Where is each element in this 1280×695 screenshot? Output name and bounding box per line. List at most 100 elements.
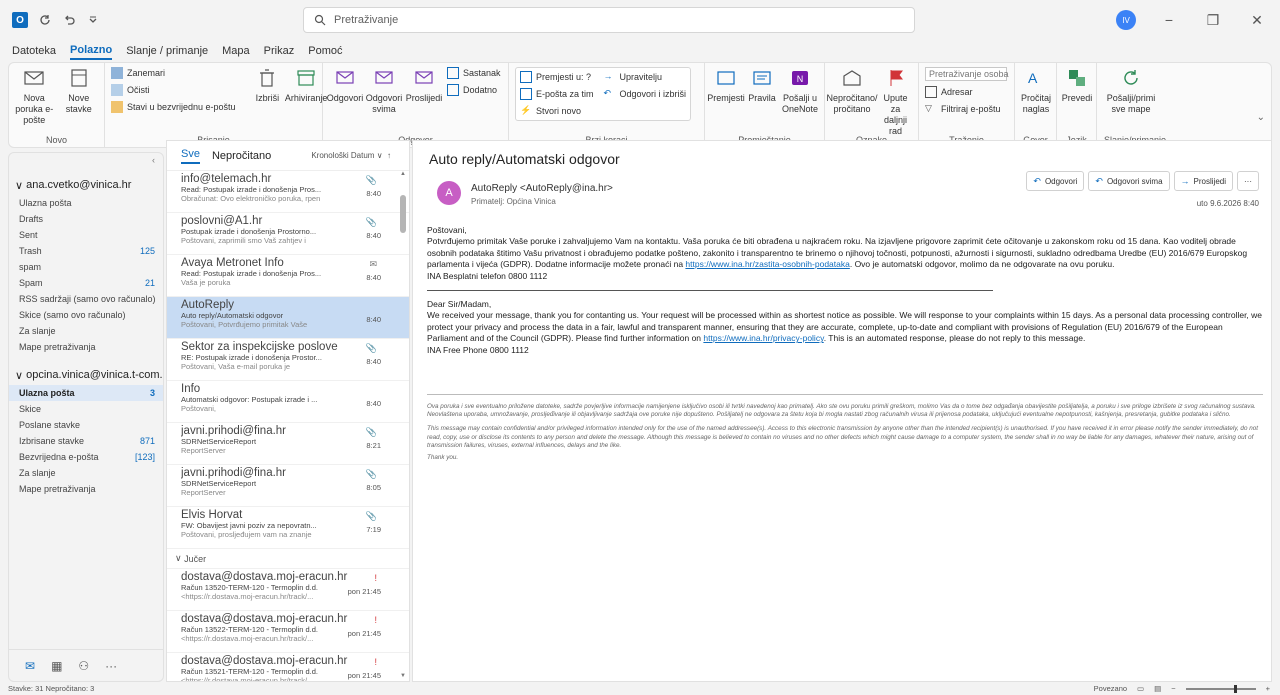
follow-up-button[interactable]: Upute za daljnji rad [879, 67, 912, 137]
folder-item[interactable]: Poslane stavke [9, 417, 163, 433]
search-people-input[interactable]: Pretraživanje osoba [925, 67, 1009, 81]
minimize-icon[interactable]: − [1158, 12, 1180, 28]
normal-view-icon[interactable]: ▭ [1137, 684, 1144, 693]
reply-all-button[interactable]: Odgovori svima [366, 67, 402, 115]
mail-module-icon[interactable]: ✉ [25, 659, 35, 673]
forward-button[interactable]: Proslijedi [406, 67, 442, 104]
folder-item[interactable]: Bezvrijedna e-pošta [123] [9, 449, 163, 465]
ignore-button[interactable]: Zanemari [111, 67, 236, 79]
scroll-down-icon[interactable]: ▼ [400, 673, 406, 679]
folder-item[interactable]: Skice [9, 401, 163, 417]
message-row[interactable]: Elvis Horvat FW: Obavijest javni poziv za… [167, 507, 409, 549]
quickstep-team-email[interactable]: E-pošta za tim [520, 88, 594, 100]
scrollbar-thumb[interactable] [400, 195, 406, 233]
folder-item[interactable]: Trash 125 [9, 243, 163, 259]
new-items-button[interactable]: Nove stavke [60, 67, 99, 115]
tab-file[interactable]: Datoteka [12, 43, 56, 59]
sort-dropdown[interactable]: Kronološki Datum ∨ ↑ [311, 151, 391, 160]
folder-item[interactable]: RSS sadržaji (samo ovo računalo) [9, 291, 163, 307]
close-icon[interactable]: ✕ [1246, 12, 1268, 29]
quickstep-to-manager[interactable]: → Upravitelju [604, 71, 687, 83]
folder-item[interactable]: Skice (samo ovo računalo) [9, 307, 163, 323]
reply-message-button[interactable]: ↶ Odgovori [1026, 171, 1085, 191]
scroll-up-icon[interactable]: ▲ [400, 171, 406, 177]
meeting-button[interactable]: Sastanak [447, 67, 501, 79]
account-header-1[interactable]: ∨ ana.cvetko@vinica.hr [9, 175, 163, 195]
message-row[interactable]: javni.prihodi@fina.hr SDRNetServiceReport… [167, 423, 409, 465]
en-privacy-link[interactable]: https://www.ina.hr/privacy-policy [703, 333, 823, 343]
message-row[interactable]: javni.prihodi@fina.hr SDRNetServiceReport… [167, 465, 409, 507]
message-row[interactable]: poslovni@A1.hr Postupak izrade i donošenj… [167, 213, 409, 255]
undo-icon[interactable] [62, 13, 76, 27]
message-row[interactable]: Avaya Metronet Info Read: Postupak izrade… [167, 255, 409, 297]
message-row[interactable]: dostava@dostava.moj-eracun.hr Račun 13522… [167, 611, 409, 653]
unread-read-button[interactable]: Nepročitano/ pročitano [826, 67, 878, 115]
rules-button[interactable]: Pravila [747, 67, 777, 104]
more-respond-button[interactable]: Dodatno [447, 84, 501, 96]
message-row[interactable]: info@telemach.hr Read: Postupak izrade i … [167, 171, 409, 213]
reading-view-icon[interactable]: ▤ [1154, 684, 1161, 693]
sender-address[interactable]: AutoReply <AutoReply@ina.hr> [471, 183, 613, 194]
new-email-button[interactable]: Nova poruka e-pošte [15, 67, 54, 126]
quickstep-create-new[interactable]: ⚡ Stvori novo [520, 105, 594, 117]
message-row[interactable]: dostava@dostava.moj-eracun.hr Račun 13520… [167, 569, 409, 611]
folder-item[interactable]: Ulazna pošta 3 [9, 385, 163, 401]
quick-access-dropdown-icon[interactable] [86, 13, 100, 27]
people-module-icon[interactable]: ⚇ [78, 659, 89, 673]
message-row[interactable]: Sektor za inspekcijske poslove RE: Postup… [167, 339, 409, 381]
group-header-yesterday[interactable]: ∨ Jučer [167, 549, 409, 569]
folder-item[interactable]: Mape pretraživanja [9, 339, 163, 355]
filter-unread-tab[interactable]: Nepročitano [212, 150, 271, 162]
hr-privacy-link[interactable]: https://www.ina.hr/zastita-osobnih-podat… [685, 259, 849, 269]
collapse-pane-icon[interactable]: ‹ [152, 155, 155, 165]
read-aloud-button[interactable]: A Pročitaj naglas [1021, 67, 1051, 115]
tab-view[interactable]: Prikaz [264, 43, 295, 59]
filter-all-tab[interactable]: Sve [181, 148, 200, 164]
message-row[interactable]: AutoReply Auto reply/Automatski odgovor Po… [167, 297, 409, 339]
folder-item[interactable]: Spam 21 [9, 275, 163, 291]
zoom-in-icon[interactable]: + [1266, 684, 1270, 693]
zoom-slider[interactable] [1185, 684, 1256, 693]
tab-home[interactable]: Polazno [70, 42, 113, 60]
junk-button[interactable]: Stavi u bezvrijednu e-poštu [111, 101, 236, 113]
reply-all-message-button[interactable]: ↶ Odgovori svima [1088, 171, 1170, 191]
message-row[interactable]: Info Automatski odgovor: Postupak izrade … [167, 381, 409, 423]
forward-message-button[interactable]: → Proslijedi [1173, 171, 1233, 191]
folder-item[interactable]: spam [9, 259, 163, 275]
search-box[interactable]: Pretraživanje [303, 7, 915, 33]
move-button[interactable]: Premjesti [707, 67, 745, 104]
tab-help[interactable]: Pomoć [308, 43, 342, 59]
quickstep-reply-delete[interactable]: ↶ Odgovori i izbriši [604, 88, 687, 100]
folder-item[interactable]: Mape pretraživanja [9, 481, 163, 497]
quickstep-move-to[interactable]: Premjesti u: ? [520, 71, 594, 83]
send-to-onenote-button[interactable]: N Pošalji u OneNote [782, 67, 818, 115]
more-modules-icon[interactable]: ··· [105, 659, 117, 673]
zoom-slider-knob[interactable] [1233, 684, 1237, 693]
more-actions-button[interactable]: ··· [1237, 171, 1259, 191]
message-row[interactable]: dostava@dostava.moj-eracun.hr Račun 13521… [167, 653, 409, 681]
reply-button[interactable]: Odgovori [327, 67, 363, 104]
folder-item[interactable]: Ulazna pošta [9, 195, 163, 211]
message-list-scrollbar[interactable] [399, 171, 407, 677]
translate-button[interactable]: Prevedi [1062, 67, 1092, 104]
send-receive-all-button[interactable]: Pošalji/primi sve mape [1103, 67, 1159, 115]
folder-item[interactable]: Izbrisane stavke 871 [9, 433, 163, 449]
calendar-module-icon[interactable]: ▦ [51, 659, 62, 673]
refresh-icon[interactable] [38, 13, 52, 27]
tab-folder[interactable]: Mapa [222, 43, 250, 59]
delete-button[interactable]: Izbriši [256, 67, 279, 104]
archive-button[interactable]: Arhiviranje [285, 67, 327, 104]
account-header-2[interactable]: ∨ opcina.vinica@vinica.t-com.hr [9, 365, 163, 385]
folder-item[interactable]: Sent [9, 227, 163, 243]
folder-item[interactable]: Za slanje [9, 323, 163, 339]
folder-item[interactable]: Za slanje [9, 465, 163, 481]
tab-send-receive[interactable]: Slanje / primanje [126, 43, 208, 59]
zoom-out-icon[interactable]: − [1171, 684, 1175, 693]
sender-avatar[interactable]: A [437, 181, 461, 205]
ribbon-expand-icon[interactable]: ⌄ [1257, 112, 1265, 123]
address-book-button[interactable]: Adresar [925, 86, 1007, 98]
clean-up-button[interactable]: Očisti [111, 84, 236, 96]
filter-email-button[interactable]: ▽ Filtriraj e-poštu [925, 103, 1007, 115]
folder-item[interactable]: Drafts [9, 211, 163, 227]
user-avatar[interactable]: IV [1116, 10, 1136, 30]
